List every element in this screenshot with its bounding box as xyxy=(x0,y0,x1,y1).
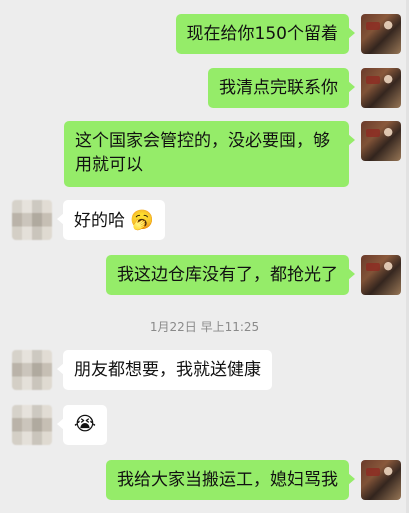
message-text: 这个国家会管控的，没必要囤，够用就可以 xyxy=(75,131,330,175)
message-row: 朋友都想要，我就送健康 xyxy=(0,348,409,392)
message-row: 我这边仓库没有了，都抢光了 xyxy=(0,253,409,297)
my-avatar[interactable] xyxy=(361,121,401,161)
message-bubble-sent[interactable]: 这个国家会管控的，没必要囤，够用就可以 xyxy=(64,121,355,187)
message-bubble-sent[interactable]: 我给大家当搬运工，媳妇骂我 xyxy=(106,460,355,500)
message-row: 我给大家当搬运工，媳妇骂我 xyxy=(0,458,409,502)
crying-face-emoji-icon: 😭 xyxy=(73,413,97,435)
message-text: 我这边仓库没有了，都抢光了 xyxy=(117,265,338,285)
message-row: 现在给你150个留着 xyxy=(0,12,409,56)
message-bubble-received[interactable]: 好的哈 🥱 xyxy=(56,200,166,240)
message-bubble-sent[interactable]: 现在给你150个留着 xyxy=(175,14,356,54)
my-avatar[interactable] xyxy=(361,68,401,108)
message-timestamp: 1月22日 早上11:25 xyxy=(149,320,260,334)
message-bubble-sent[interactable]: 我清点完联系你 xyxy=(208,68,355,108)
message-text: 我清点完联系你 xyxy=(219,78,338,98)
my-avatar[interactable] xyxy=(361,460,401,500)
yawning-face-emoji-icon: 🥱 xyxy=(130,209,155,231)
message-text: 我给大家当搬运工，媳妇骂我 xyxy=(117,470,338,490)
my-avatar[interactable] xyxy=(361,14,401,54)
contact-avatar[interactable] xyxy=(12,350,52,390)
contact-avatar[interactable] xyxy=(12,405,52,445)
message-text: 现在给你150个留着 xyxy=(186,24,338,44)
message-row: 我清点完联系你 xyxy=(0,66,409,110)
message-row: 这个国家会管控的，没必要囤，够用就可以 xyxy=(0,119,409,189)
contact-avatar[interactable] xyxy=(12,200,52,240)
message-text: 好的哈 xyxy=(74,211,125,231)
message-text: 朋友都想要，我就送健康 xyxy=(74,360,261,380)
chat-message-list[interactable]: 现在给你150个留着 我清点完联系你 这个国家会管控的，没必要囤，够用就可以 好… xyxy=(0,0,409,513)
message-bubble-received[interactable]: 😭 xyxy=(57,405,107,445)
message-bubble-sent[interactable]: 我这边仓库没有了，都抢光了 xyxy=(106,255,355,295)
message-row: 好的哈 🥱 xyxy=(0,198,409,242)
message-bubble-received[interactable]: 朋友都想要，我就送健康 xyxy=(57,350,272,390)
message-row: 😭 xyxy=(0,403,409,447)
my-avatar[interactable] xyxy=(361,255,401,295)
